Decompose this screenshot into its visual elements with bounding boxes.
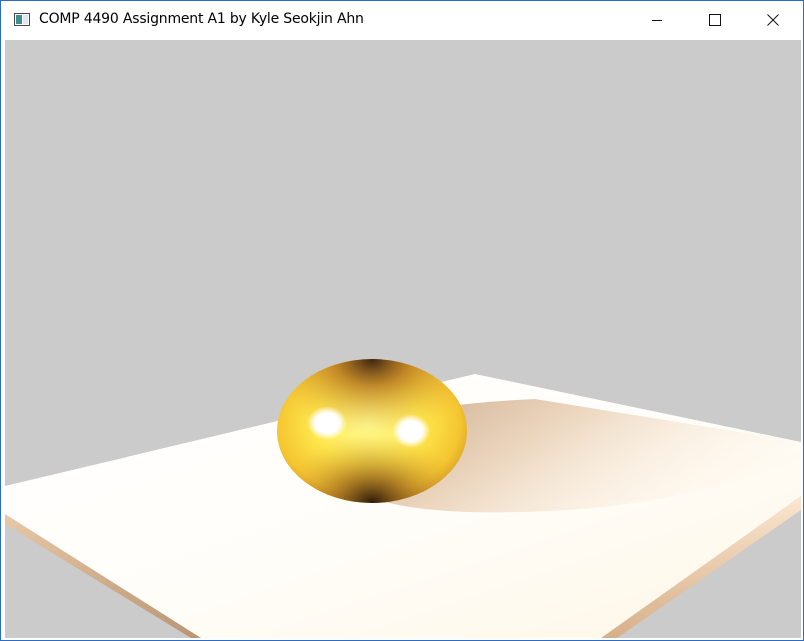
minimize-icon — [652, 20, 662, 21]
maximize-icon — [709, 14, 721, 26]
title-bar[interactable]: COMP 4490 Assignment A1 by Kyle Seokjin … — [1, 1, 803, 39]
app-window: COMP 4490 Assignment A1 by Kyle Seokjin … — [0, 0, 804, 641]
app-window-icon — [14, 13, 30, 26]
window-title: COMP 4490 Assignment A1 by Kyle Seokjin … — [39, 11, 364, 27]
close-button[interactable] — [744, 1, 802, 39]
minimize-button[interactable] — [628, 1, 686, 39]
specular-highlight-right — [392, 414, 430, 448]
3d-scene — [5, 40, 801, 638]
yellow-sphere — [277, 359, 467, 503]
render-viewport[interactable] — [5, 40, 801, 638]
maximize-button[interactable] — [686, 1, 744, 39]
close-icon — [767, 14, 779, 26]
specular-highlight-left — [307, 406, 347, 440]
